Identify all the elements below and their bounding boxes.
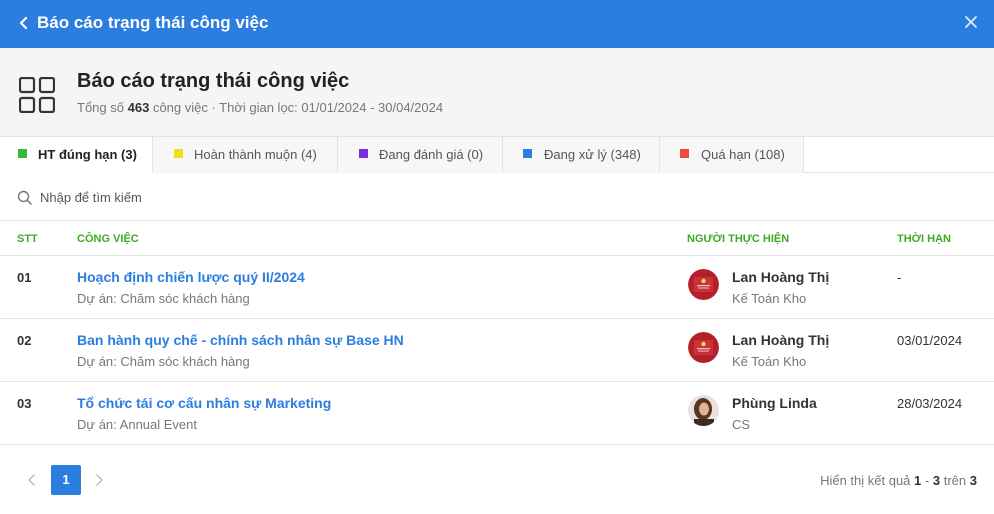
- status-tabs: HT đúng hạn (3) Hoàn thành muộn (4) Đang…: [0, 137, 994, 173]
- chevron-left-icon[interactable]: [17, 13, 31, 33]
- tab-reviewing[interactable]: Đang đánh giá (0): [338, 137, 503, 173]
- row-number: 01: [17, 270, 32, 285]
- status-color-icon: [359, 149, 368, 158]
- row-number: 03: [17, 396, 32, 411]
- table-row: 02 Ban hành quy chế - chính sách nhân sự…: [0, 319, 994, 382]
- search-input[interactable]: [40, 185, 640, 209]
- status-color-icon: [174, 149, 183, 158]
- column-header-deadline: THỜI HẠN: [897, 233, 951, 245]
- tab-label: Quá hạn (108): [701, 147, 785, 162]
- tab-processing[interactable]: Đang xử lý (348): [503, 137, 660, 173]
- deadline: -: [897, 270, 902, 285]
- row-number: 02: [17, 333, 32, 348]
- assignee-name: Phùng Linda: [732, 395, 817, 411]
- status-color-icon: [523, 149, 532, 158]
- assignee-name: Lan Hoàng Thị: [732, 269, 830, 285]
- deadline: 03/01/2024: [897, 333, 963, 348]
- tab-label: Đang đánh giá (0): [379, 147, 484, 162]
- status-color-icon: [680, 149, 689, 158]
- page-button-current[interactable]: 1: [51, 465, 81, 495]
- logo-avatar: [688, 332, 719, 363]
- tab-label: HT đúng hạn (3): [38, 147, 137, 162]
- total-results: 3: [969, 473, 977, 488]
- chevron-right-icon[interactable]: [91, 472, 107, 488]
- range-start: 1: [914, 473, 922, 488]
- summary-prefix: Hiển thị kết quả: [820, 473, 911, 488]
- total-prefix: Tổng số: [77, 100, 124, 115]
- pagination: 1 Hiển thị kết quả 1 - 3 trên 3: [0, 464, 994, 496]
- deadline: 28/03/2024: [897, 396, 963, 411]
- search-bar: [0, 173, 994, 221]
- task-link[interactable]: Tổ chức tái cơ cấu nhân sự Marketing: [77, 395, 331, 412]
- table-header: STT CÔNG VIỆC NGƯỜI THỰC HIỆN THỜI HẠN: [0, 221, 994, 256]
- report-header: Báo cáo trạng thái công việc Tổng số 463…: [0, 48, 994, 137]
- top-bar: Báo cáo trạng thái công việc: [0, 0, 994, 48]
- total-count: 463: [127, 100, 150, 115]
- top-bar-title: Báo cáo trạng thái công việc: [37, 13, 269, 32]
- logo-avatar: [688, 269, 719, 300]
- of-label: trên: [943, 473, 967, 488]
- column-header-assignee: NGƯỜI THỰC HIỆN: [687, 233, 790, 245]
- tab-late-complete[interactable]: Hoàn thành muộn (4): [153, 137, 338, 173]
- total-suffix: công việc · Thời gian lọc: 01/01/2024 - …: [152, 100, 444, 115]
- close-icon[interactable]: [964, 15, 978, 29]
- task-project: Dự án: Chăm sóc khách hàng: [77, 291, 250, 306]
- results-summary: Hiển thị kết quả 1 - 3 trên 3: [820, 473, 977, 488]
- assignee-role: Kế Toán Kho: [732, 291, 807, 306]
- photo-avatar: [688, 395, 719, 426]
- task-project: Dự án: Annual Event: [77, 417, 198, 432]
- tab-label: Hoàn thành muộn (4): [194, 147, 317, 162]
- assignee-name: Lan Hoàng Thị: [732, 332, 830, 348]
- range-separator: -: [924, 473, 930, 488]
- range-end: 3: [932, 473, 941, 488]
- task-link[interactable]: Hoạch định chiến lược quý II/2024: [77, 269, 305, 286]
- report-summary: Tổng số 463 công việc · Thời gian lọc: 0…: [77, 100, 443, 116]
- chevron-left-icon[interactable]: [24, 472, 40, 488]
- table-row: 03 Tổ chức tái cơ cấu nhân sự Marketing …: [0, 382, 994, 445]
- assignee-role: Kế Toán Kho: [732, 354, 807, 369]
- task-project: Dự án: Chăm sóc khách hàng: [77, 354, 250, 369]
- column-header-task: CÔNG VIỆC: [77, 233, 139, 245]
- status-color-icon: [18, 149, 27, 158]
- task-link[interactable]: Ban hành quy chế - chính sách nhân sự Ba…: [77, 332, 404, 349]
- assignee-role: CS: [732, 417, 751, 432]
- tab-label: Đang xử lý (348): [544, 147, 641, 162]
- search-icon: [17, 190, 32, 205]
- tab-overdue[interactable]: Quá hạn (108): [660, 137, 804, 173]
- grid-icon: [19, 77, 55, 113]
- column-header-stt: STT: [17, 233, 38, 245]
- table-row: 01 Hoạch định chiến lược quý II/2024 Dự …: [0, 256, 994, 319]
- tab-on-time[interactable]: HT đúng hạn (3): [0, 137, 153, 173]
- page-title: Báo cáo trạng thái công việc: [77, 70, 350, 92]
